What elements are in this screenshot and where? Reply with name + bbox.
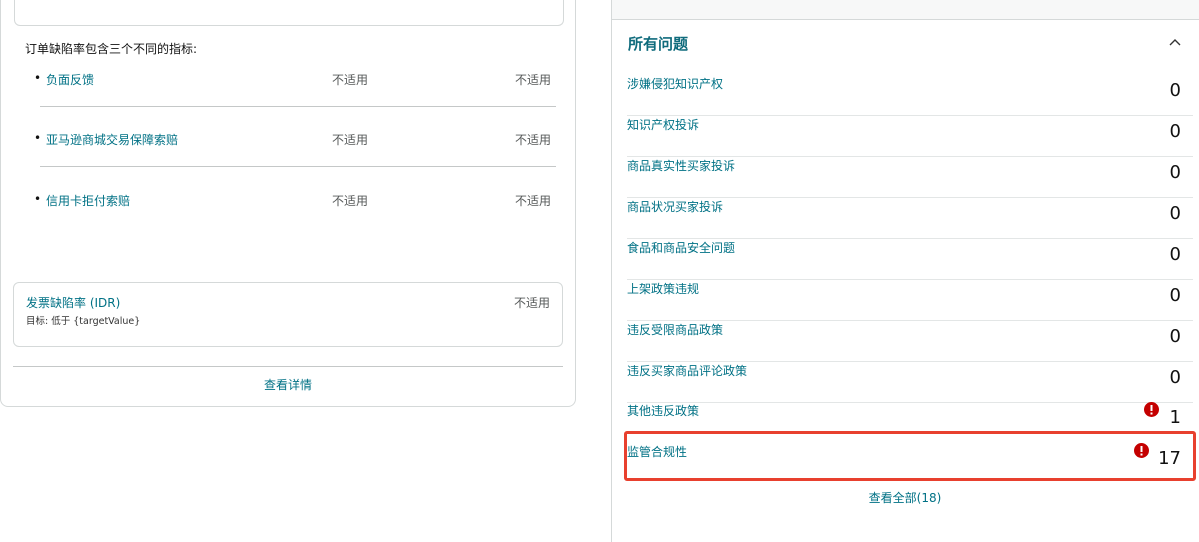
issue-link[interactable]: 违反受限商品政策	[627, 321, 723, 338]
metric-link-chargeback-claims[interactable]: 信用卡拒付索赔	[46, 192, 130, 209]
issue-row: 上架政策违规 0	[627, 280, 1193, 321]
divider	[13, 366, 563, 367]
issue-count: 0	[1169, 285, 1181, 306]
metric-value: 不适用	[332, 194, 369, 208]
metric-value: 不适用	[514, 73, 551, 87]
odr-intro-text: 订单缺陷率包含三个不同的指标:	[25, 42, 198, 56]
issue-count: 0	[1169, 367, 1181, 388]
metric-row-chargeback-claims: • 信用卡拒付索赔 不适用 不适用	[34, 192, 556, 253]
issue-link[interactable]: 食品和商品安全问题	[627, 239, 735, 256]
issue-link[interactable]: 其他违反政策	[627, 402, 699, 419]
chevron-up-icon[interactable]	[1167, 33, 1183, 51]
issue-row: 食品和商品安全问题 0	[627, 239, 1193, 280]
issue-count: 0	[1169, 121, 1181, 142]
bullet: •	[34, 131, 42, 145]
issue-link[interactable]: 商品状况买家投诉	[627, 198, 723, 215]
issue-row: 涉嫌侵犯知识产权 0	[627, 75, 1193, 116]
issue-count: 0	[1169, 162, 1181, 183]
highlight-annotation	[624, 431, 1196, 481]
view-all-link[interactable]: 查看全部(18)	[611, 489, 1199, 506]
issue-row: 商品真实性买家投诉 0	[627, 157, 1193, 198]
metric-row-a-to-z-claims: • 亚马逊商城交易保障索赔 不适用 不适用	[34, 131, 556, 192]
issue-link[interactable]: 上架政策违规	[627, 280, 699, 297]
panel-top-strip	[612, 0, 1199, 20]
issue-count: 0	[1169, 80, 1181, 101]
idr-value: 不适用	[513, 296, 550, 310]
issue-row: 知识产权投诉 0	[627, 116, 1193, 157]
idr-target-text: 目标: 低于 {targetValue}	[26, 316, 141, 327]
issue-link[interactable]: 涉嫌侵犯知识产权	[627, 75, 723, 92]
metric-value: 不适用	[332, 133, 369, 147]
metric-link-negative-feedback[interactable]: 负面反馈	[46, 71, 94, 88]
issue-row: 商品状况买家投诉 0	[627, 198, 1193, 239]
issue-count: 0	[1169, 326, 1181, 347]
metric-row-negative-feedback: • 负面反馈 不适用 不适用	[34, 71, 556, 132]
metric-value: 不适用	[514, 133, 551, 147]
bullet: •	[34, 192, 42, 206]
issue-link[interactable]: 商品真实性买家投诉	[627, 157, 735, 174]
metric-value: 不适用	[514, 194, 551, 208]
issue-count: 0	[1169, 244, 1181, 265]
metric-link-a-to-z-claims[interactable]: 亚马逊商城交易保障索赔	[46, 131, 178, 148]
metric-value: 不适用	[332, 73, 369, 87]
section-title: 所有问题	[628, 35, 689, 53]
idr-title-link[interactable]: 发票缺陷率 (IDR)	[26, 294, 120, 311]
bullet: •	[34, 71, 42, 85]
view-details-link[interactable]: 查看详情	[0, 376, 576, 393]
issue-row: 违反受限商品政策 0	[627, 321, 1193, 362]
issue-row: 违反买家商品评论政策 0	[627, 362, 1193, 403]
top-inner-box	[14, 0, 564, 26]
invoice-defect-rate-box: 发票缺陷率 (IDR) 目标: 低于 {targetValue} 不适用	[13, 282, 563, 347]
divider	[40, 166, 556, 167]
issue-count: 1	[1169, 407, 1181, 428]
issue-link[interactable]: 违反买家商品评论政策	[627, 362, 747, 379]
issue-count: 0	[1169, 203, 1181, 224]
alert-icon	[1144, 402, 1159, 417]
issue-link[interactable]: 知识产权投诉	[627, 116, 699, 133]
divider	[40, 106, 556, 107]
